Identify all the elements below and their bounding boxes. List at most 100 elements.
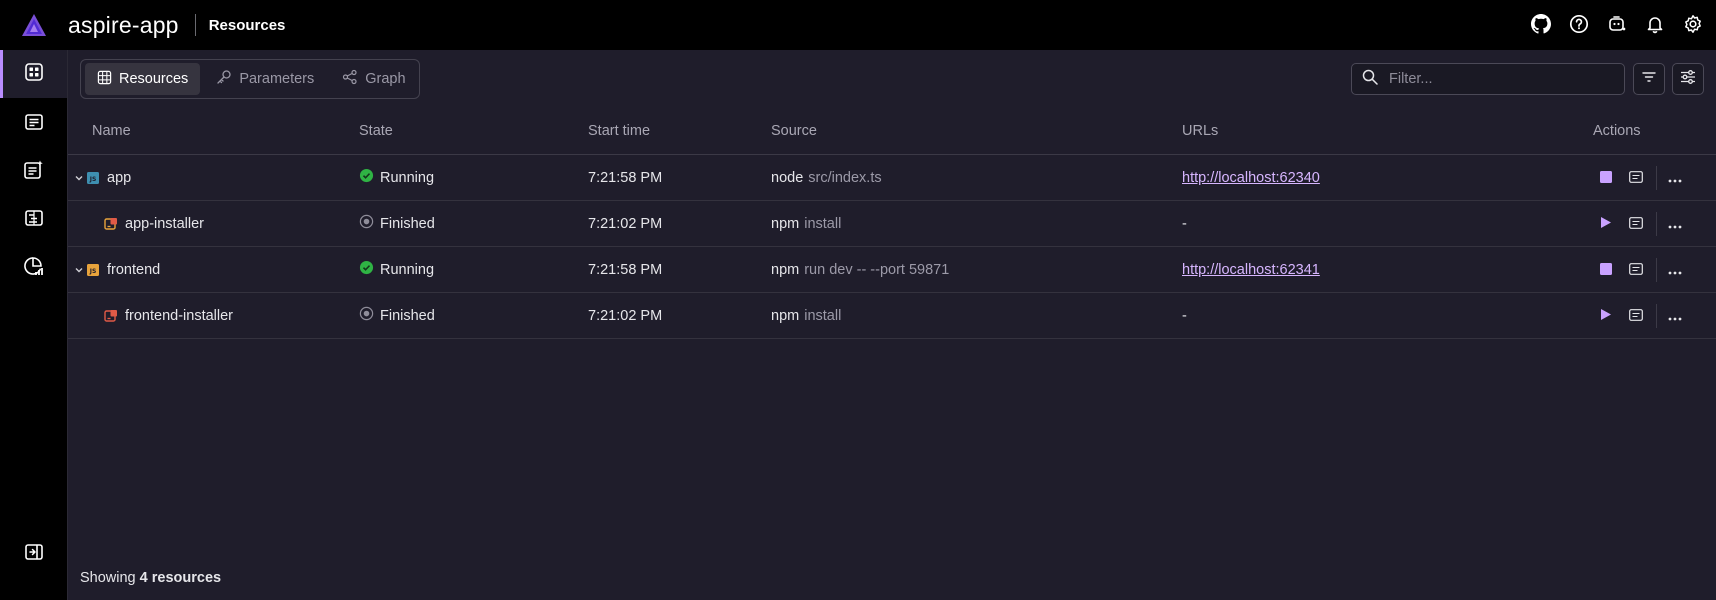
column-header-start-time[interactable]: Start time <box>588 108 650 154</box>
aspire-logo[interactable] <box>21 13 47 37</box>
console-logs-icon <box>1629 170 1643 187</box>
endpoint-link[interactable]: http://localhost:62341 <box>1182 262 1320 278</box>
resource-name-cell: JS frontend <box>72 247 160 292</box>
javascript-project-icon: JS <box>86 263 100 277</box>
resource-name-cell: JS app <box>72 155 131 200</box>
source-cell: npm install <box>771 201 841 246</box>
state-label: Running <box>380 261 435 278</box>
stop-button[interactable] <box>1596 168 1616 188</box>
column-header-urls[interactable]: URLs <box>1182 108 1218 154</box>
tab-parameters[interactable]: Parameters <box>204 63 326 95</box>
state-cell: Running <box>359 155 434 200</box>
search-icon <box>1362 69 1378 89</box>
source-cell: node src/index.ts <box>771 155 882 200</box>
actions-divider <box>1656 166 1657 190</box>
filter-lines-icon <box>1641 69 1657 89</box>
console-logs-icon <box>1629 308 1643 325</box>
executable-icon <box>104 217 118 231</box>
title-divider <box>194 14 196 36</box>
console-logs-button[interactable] <box>1626 306 1646 326</box>
console-logs-button[interactable] <box>1626 260 1646 280</box>
footer-prefix: Showing <box>80 570 136 586</box>
tab-graph[interactable]: Graph <box>330 63 417 95</box>
ellipsis-icon <box>1668 308 1682 325</box>
collapse-sidebar-icon <box>24 542 44 566</box>
column-header-actions: Actions <box>1593 123 1641 139</box>
executable-icon <box>104 309 118 323</box>
endpoint-link[interactable]: http://localhost:62340 <box>1182 170 1320 186</box>
notifications-icon[interactable] <box>1644 13 1666 35</box>
resources-icon <box>24 62 44 86</box>
resources-table: Name State Start time Source URLs Action… <box>68 108 1716 339</box>
resource-name: frontend-installer <box>125 307 233 324</box>
resource-name: frontend <box>107 261 161 278</box>
chevron-down-icon[interactable] <box>72 173 86 183</box>
github-icon[interactable] <box>1530 13 1552 35</box>
state-label: Finished <box>380 307 435 324</box>
more-actions-button[interactable] <box>1665 260 1685 280</box>
stop-button[interactable] <box>1596 260 1616 280</box>
actions-divider <box>1656 304 1657 328</box>
more-actions-button[interactable] <box>1665 168 1685 188</box>
state-cell: Running <box>359 247 434 292</box>
source-cell: npm run dev -- --port 59871 <box>771 247 949 292</box>
finished-status-icon <box>359 306 374 325</box>
view-settings-button[interactable] <box>1672 63 1704 95</box>
grid-icon <box>97 70 112 89</box>
settings-icon[interactable] <box>1682 13 1704 35</box>
filter-options-button[interactable] <box>1633 63 1665 95</box>
nav-structured-logs[interactable] <box>0 148 67 196</box>
start-time: 7:21:02 PM <box>588 215 663 232</box>
ellipsis-icon <box>1668 262 1682 279</box>
column-header-state[interactable]: State <box>359 108 393 154</box>
source-args: run dev -- --port 59871 <box>804 261 950 278</box>
console-logs-icon <box>1629 216 1643 233</box>
source-cell: npm install <box>771 293 841 338</box>
console-logs-button[interactable] <box>1626 168 1646 188</box>
nav-metrics[interactable] <box>0 244 67 292</box>
url-cell: - <box>1182 307 1187 324</box>
ellipsis-icon <box>1668 216 1682 233</box>
javascript-project-icon: JS <box>86 171 100 185</box>
start-button[interactable] <box>1596 306 1616 326</box>
state-cell: Finished <box>359 201 435 246</box>
table-row[interactable]: frontend-installer Finished 7:21:02 PM n… <box>68 293 1716 339</box>
table-header-row: Name State Start time Source URLs Action… <box>68 108 1716 155</box>
more-actions-button[interactable] <box>1665 306 1685 326</box>
top-bar: aspire-app Resources <box>0 0 1716 50</box>
key-icon <box>216 69 232 89</box>
table-row[interactable]: JS app Running 7:21:58 PM node src/index… <box>68 155 1716 201</box>
console-logs-button[interactable] <box>1626 214 1646 234</box>
table-row[interactable]: app-installer Finished 7:21:02 PM npm in… <box>68 201 1716 247</box>
table-row[interactable]: JS frontend Running 7:21:58 PM npm run d… <box>68 247 1716 293</box>
column-header-source[interactable]: Source <box>771 108 817 154</box>
footer-count: 4 resources <box>139 570 222 586</box>
svg-text:JS: JS <box>89 268 97 275</box>
filter-input[interactable] <box>1389 71 1609 87</box>
console-logs-icon <box>24 112 44 136</box>
more-actions-button[interactable] <box>1665 214 1685 234</box>
start-button[interactable] <box>1596 214 1616 234</box>
resource-name-cell: frontend-installer <box>104 293 233 338</box>
filter-field[interactable] <box>1351 63 1625 95</box>
copilot-icon[interactable] <box>1606 13 1628 35</box>
traces-icon <box>24 208 44 232</box>
column-header-name[interactable]: Name <box>92 108 131 154</box>
state-cell: Finished <box>359 293 435 338</box>
nav-traces[interactable] <box>0 196 67 244</box>
url-cell: - <box>1182 215 1187 232</box>
finished-status-icon <box>359 214 374 233</box>
app-title[interactable]: aspire-app <box>68 12 179 39</box>
source-args: install <box>804 307 842 324</box>
nav-resources[interactable] <box>0 50 67 98</box>
collapse-sidebar-button[interactable] <box>0 530 67 578</box>
chevron-down-icon[interactable] <box>72 265 86 275</box>
help-icon[interactable] <box>1568 13 1590 35</box>
tab-resources[interactable]: Resources <box>85 63 201 95</box>
nav-console-logs[interactable] <box>0 100 67 148</box>
source-args: install <box>804 215 842 232</box>
start-time: 7:21:02 PM <box>588 307 663 324</box>
page-title: Resources <box>208 16 286 34</box>
state-label: Finished <box>380 215 435 232</box>
source-command: node <box>771 169 804 186</box>
